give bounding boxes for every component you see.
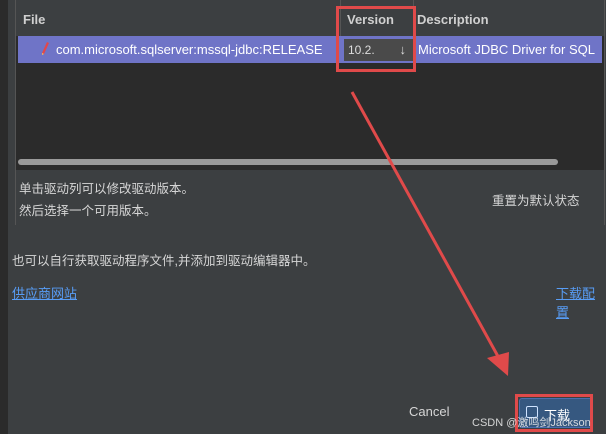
column-header-file[interactable]: File — [23, 12, 45, 27]
description-cell: Microsoft JDBC Driver for SQL — [418, 42, 595, 57]
vendor-website-link[interactable]: 供应商网站 — [12, 283, 77, 302]
column-header-version[interactable]: Version — [347, 12, 394, 27]
scrollbar-thumb[interactable] — [18, 159, 558, 165]
left-edge-strip — [0, 0, 8, 434]
hint-text-line2: 然后选择一个可用版本。 — [19, 204, 157, 218]
jar-file-icon — [42, 42, 49, 55]
watermark-text: CSDN @激鸣剑Jackson — [472, 417, 591, 429]
reset-to-default-button[interactable]: 重置为默认状态 — [492, 190, 580, 209]
column-separator — [413, 0, 414, 36]
column-header-description[interactable]: Description — [417, 12, 489, 27]
arrow-down-icon[interactable]: ↓ — [400, 42, 407, 57]
table-header: File Version Description — [16, 0, 604, 36]
cancel-button[interactable]: Cancel — [409, 404, 449, 419]
version-select[interactable]: 10.2. ↓ — [344, 39, 414, 61]
version-value: 10.2. — [348, 43, 375, 57]
driver-files-table: File Version Description com.microsoft.s… — [16, 0, 604, 170]
horizontal-scrollbar[interactable] — [18, 158, 602, 166]
hint-text-line1: 单击驱动列可以修改驱动版本。 — [19, 182, 195, 196]
table-row[interactable]: com.microsoft.sqlserver:mssql-jdbc:RELEA… — [18, 36, 602, 63]
file-cell: com.microsoft.sqlserver:mssql-jdbc:RELEA… — [56, 42, 323, 57]
info-text: 也可以自行获取驱动程序文件,并添加到驱动编辑器中。 — [12, 254, 316, 268]
download-config-link[interactable]: 下载配置 — [556, 283, 606, 321]
column-separator — [340, 0, 341, 36]
